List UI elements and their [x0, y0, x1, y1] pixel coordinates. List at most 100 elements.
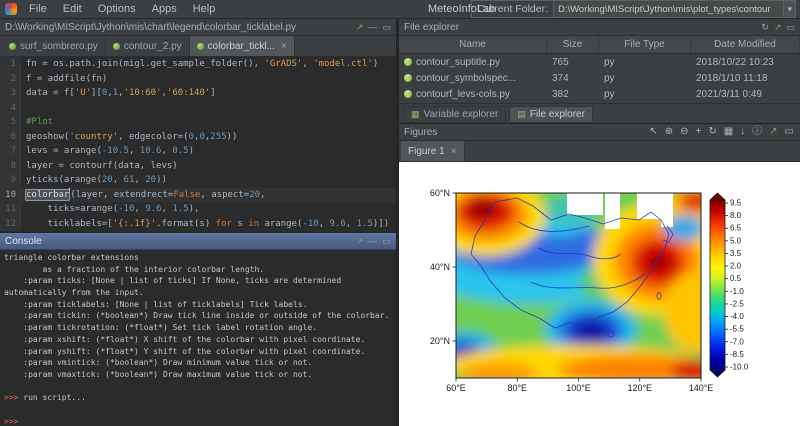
code-text: data = f['U'][0,1,'10:60','60:140']	[21, 86, 396, 101]
figures-panel: Figures ↖ ⊕ ⊖ + ↻ ▦ ↓ ⓘ ↗ ▭ Figure 1×	[398, 123, 800, 426]
close-tab-icon[interactable]: ×	[451, 146, 457, 157]
menu-file[interactable]: File	[21, 3, 55, 15]
info-icon[interactable]: ⓘ	[751, 127, 763, 137]
code-line: 7levs = arange(-10.5, 10.6, 0.5)	[0, 144, 396, 159]
colorbar-tick-label: -1.0	[730, 287, 744, 296]
colorbar-tick-label: -4.0	[730, 312, 744, 321]
menu-help[interactable]: Help	[185, 3, 224, 15]
figures-title-bar[interactable]: Figures ↖ ⊕ ⊖ + ↻ ▦ ↓ ⓘ ↗ ▭	[399, 124, 800, 141]
menu-options[interactable]: Options	[90, 3, 144, 15]
maximize-panel-icon[interactable]: ▭	[382, 237, 391, 246]
editor-title-bar[interactable]: D:\Working\MIScript\Jython\mis\chart\leg…	[0, 19, 396, 36]
code-text: layer = contourf(data, levs)	[21, 159, 396, 174]
colorbar-tick-label: 9.5	[730, 199, 742, 208]
zoom-out-icon[interactable]: ⊖	[679, 127, 689, 137]
tab-variable-explorer[interactable]: ▦Variable explorer	[403, 106, 506, 123]
code-line: 10colorbar(layer, extendrect=False, aspe…	[0, 188, 396, 203]
x-tick-label: 120°E	[627, 383, 652, 393]
save-figure-icon[interactable]: ↓	[739, 127, 746, 137]
code-text: geoshow('country', edgecolor=(0,0,255))	[21, 130, 396, 145]
close-tab-icon[interactable]: ×	[281, 41, 287, 52]
line-number: 4	[0, 101, 21, 116]
colorbar-tick-label: -10.0	[730, 363, 749, 372]
colorbar-tick-label: -5.5	[730, 325, 744, 334]
menu-edit[interactable]: Edit	[55, 3, 90, 15]
x-tick-label: 80°E	[507, 383, 527, 393]
figure-canvas[interactable]: 60°E80°E100°E120°E140°E60°N40°N20°N9.58.…	[399, 162, 800, 426]
editor-window-icons: ↗ — ▭	[356, 23, 391, 32]
line-number: 1	[0, 57, 21, 72]
editor-tab-1[interactable]: surf_sombrero.py	[2, 36, 106, 56]
table-row[interactable]: contourf_levs-cols.py382py2021/3/11 0:49	[399, 86, 800, 102]
console-title: Console	[5, 236, 356, 247]
line-number: 8	[0, 159, 21, 174]
chevron-down-icon[interactable]: ▾	[783, 1, 795, 17]
grid-icon[interactable]: ▦	[723, 127, 734, 137]
console-prompt: >>>	[4, 417, 18, 426]
code-text: ticklabels=['{:.1f}'.format(s) for s in …	[21, 217, 396, 232]
code-line: 6geoshow('country', edgecolor=(0,0,255))	[0, 130, 396, 145]
code-line: 8layer = contourf(data, levs)	[0, 159, 396, 174]
line-number: 11	[0, 202, 21, 217]
menu-apps[interactable]: Apps	[144, 3, 185, 15]
window-title: MeteoInfoLab	[428, 3, 495, 15]
line-number: 3	[0, 86, 21, 101]
file-explorer-title: File explorer	[404, 22, 761, 33]
pan-icon[interactable]: +	[694, 127, 702, 137]
console-title-bar[interactable]: Console ↗ — ▭	[0, 233, 396, 250]
float-panel-icon[interactable]: ↗	[768, 127, 778, 137]
float-panel-icon[interactable]: ↗	[774, 23, 782, 32]
variable-explorer-icon: ▦	[411, 109, 420, 120]
python-file-icon	[404, 74, 412, 82]
zoom-in-icon[interactable]: ⊕	[664, 127, 674, 137]
line-number: 12	[0, 217, 21, 232]
console-output[interactable]: triangle colorbar extensions as a fracti…	[0, 250, 396, 426]
console-prompt: >>>	[4, 393, 18, 402]
code-text: f = addfile(fn)	[21, 72, 396, 87]
code-line: 11 ticks=arange(-10, 9.6, 1.5),	[0, 202, 396, 217]
column-header-file-type[interactable]: File Type	[599, 36, 691, 53]
figures-toolbar: ↖ ⊕ ⊖ + ↻ ▦ ↓ ⓘ ↗ ▭	[648, 127, 795, 137]
colorbar-tick-label: 3.5	[730, 249, 742, 258]
float-panel-icon[interactable]: ↗	[356, 237, 364, 246]
x-tick-label: 100°E	[566, 383, 591, 393]
tab-file-explorer[interactable]: ▤File explorer	[509, 106, 593, 123]
minimize-panel-icon[interactable]: —	[368, 23, 377, 32]
editor-panel: D:\Working\MIScript\Jython\mis\chart\leg…	[0, 19, 397, 232]
code-line: 3data = f['U'][0,1,'10:60','60:140']	[0, 86, 396, 101]
figure-tab-1[interactable]: Figure 1×	[401, 141, 465, 161]
line-number: 7	[0, 144, 21, 159]
code-line: 4	[0, 101, 396, 116]
current-folder-box: Current Folder: D:\Working\MIScript\Jyth…	[471, 0, 796, 18]
editor-tab-3[interactable]: colorbar_tickl...×	[190, 36, 295, 56]
current-folder-combobox[interactable]: D:\Working\MIScript\Jython\mis\plot_type…	[553, 1, 795, 17]
maximize-panel-icon[interactable]: ▭	[786, 23, 795, 32]
minimize-panel-icon[interactable]: —	[368, 237, 377, 246]
file-explorer-icon: ▤	[517, 109, 526, 120]
refresh-icon[interactable]: ↻	[761, 23, 769, 32]
file-explorer-icons: ↻ ↗ ▭	[761, 23, 795, 32]
table-row[interactable]: contour_symbolspec...374py2018/1/10 11:1…	[399, 70, 800, 86]
float-panel-icon[interactable]: ↗	[356, 23, 364, 32]
colorbar-tick-label: -2.5	[730, 299, 744, 308]
pointer-icon[interactable]: ↖	[648, 127, 658, 137]
editor-tab-2[interactable]: contour_2.py	[106, 36, 190, 56]
maximize-panel-icon[interactable]: ▭	[784, 127, 795, 137]
maximize-panel-icon[interactable]: ▭	[382, 23, 391, 32]
colorbar-tick-label: -8.5	[730, 350, 744, 359]
colorbar-tick-label: -7.0	[730, 337, 744, 346]
file-explorer-title-bar[interactable]: File explorer ↻ ↗ ▭	[399, 19, 800, 36]
code-lines: 1fn = os.path.join(migl.get_sample_folde…	[0, 57, 396, 231]
editor-tabbar: surf_sombrero.pycontour_2.pycolorbar_tic…	[0, 36, 396, 57]
python-file-icon	[113, 43, 120, 50]
column-header-date-modified[interactable]: Date Modified	[691, 36, 800, 53]
python-file-icon	[404, 90, 412, 98]
rotate-icon[interactable]: ↻	[707, 127, 717, 137]
code-editor[interactable]: 1fn = os.path.join(migl.get_sample_folde…	[0, 57, 396, 232]
column-header-name[interactable]: Name	[399, 36, 547, 53]
x-tick-label: 140°E	[689, 383, 714, 393]
column-header-size[interactable]: Size	[547, 36, 599, 53]
app-logo-icon	[5, 3, 17, 15]
table-row[interactable]: contour_suptitle.py765py2018/10/22 10:23	[399, 54, 800, 70]
figures-title: Figures	[404, 127, 648, 138]
